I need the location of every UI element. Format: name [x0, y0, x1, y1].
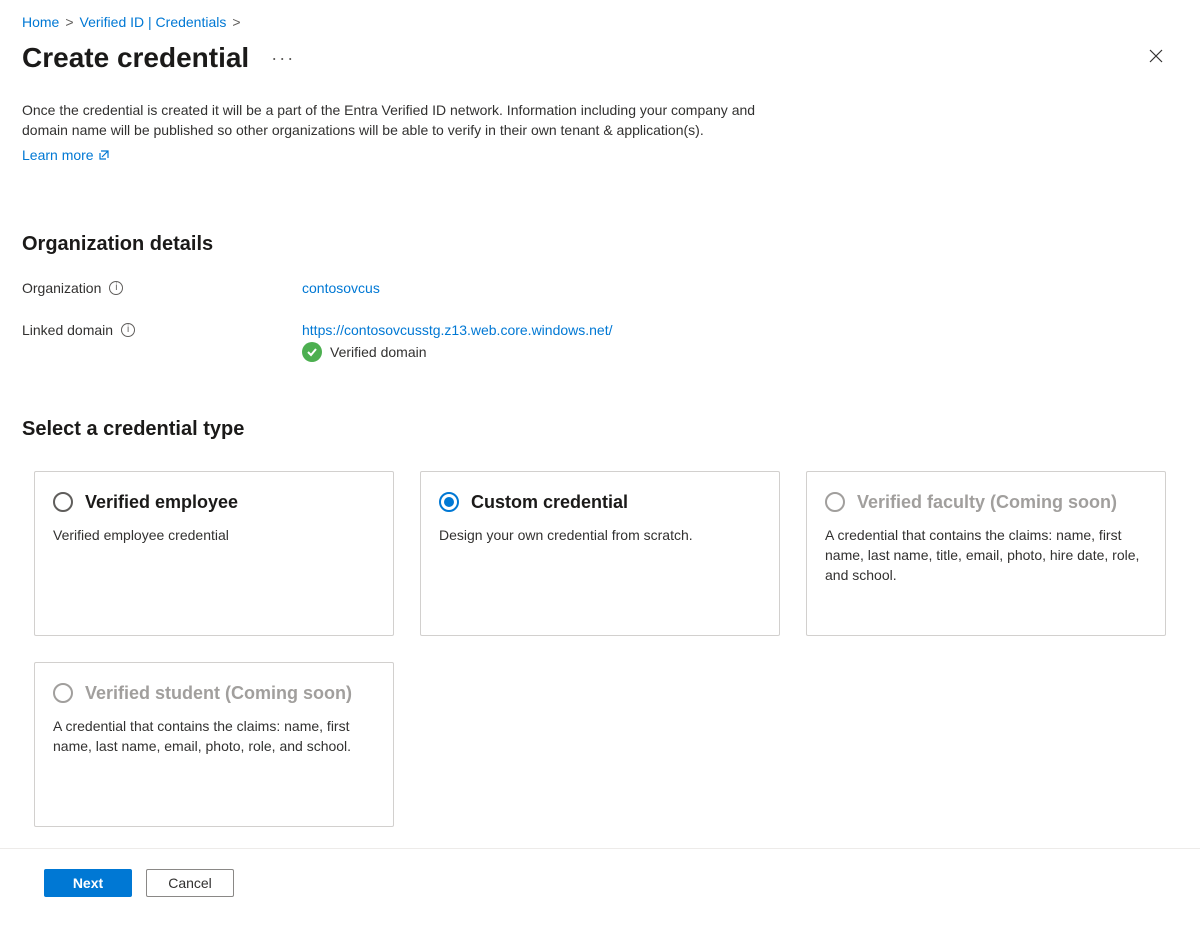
external-link-icon: [98, 149, 110, 161]
intro-text: Once the credential is created it will b…: [22, 100, 802, 141]
card-description: A credential that contains the claims: n…: [53, 716, 375, 757]
radio-button[interactable]: [53, 492, 73, 512]
info-icon[interactable]: i: [121, 323, 135, 337]
linked-domain-value-link[interactable]: https://contosovcusstg.z13.web.core.wind…: [302, 322, 613, 338]
breadcrumb-verified-id[interactable]: Verified ID | Credentials: [80, 14, 227, 30]
credential-type-card[interactable]: Custom credential Design your own credent…: [420, 471, 780, 636]
more-button[interactable]: ···: [267, 48, 299, 69]
credential-type-card[interactable]: Verified employee Verified employee crede…: [34, 471, 394, 636]
radio-inner: [444, 497, 454, 507]
cancel-button[interactable]: Cancel: [146, 869, 234, 897]
breadcrumb-separator: >: [65, 14, 73, 30]
radio-button: [53, 683, 73, 703]
card-title: Custom credential: [471, 492, 628, 513]
card-title: Verified employee: [85, 492, 238, 513]
next-button[interactable]: Next: [44, 869, 132, 897]
select-type-heading: Select a credential type: [22, 418, 1178, 441]
radio-button: [825, 492, 845, 512]
card-title: Verified faculty (Coming soon): [857, 492, 1117, 513]
breadcrumb: Home > Verified ID | Credentials >: [22, 10, 1178, 34]
checkmark-circle-icon: [302, 342, 322, 362]
info-icon[interactable]: i: [109, 281, 123, 295]
organization-label: Organization: [22, 280, 101, 296]
linked-domain-label: Linked domain: [22, 322, 113, 338]
card-description: Verified employee credential: [53, 525, 375, 545]
credential-type-card: Verified student (Coming soon) A credenti…: [34, 662, 394, 827]
breadcrumb-home[interactable]: Home: [22, 14, 59, 30]
page-title: Create credential: [22, 42, 249, 74]
learn-more-link[interactable]: Learn more: [22, 147, 110, 163]
credential-type-card: Verified faculty (Coming soon) A credenti…: [806, 471, 1166, 636]
radio-button[interactable]: [439, 492, 459, 512]
breadcrumb-separator: >: [232, 14, 240, 30]
footer-bar: Next Cancel: [0, 848, 1200, 917]
card-description: A credential that contains the claims: n…: [825, 525, 1147, 586]
organization-value-link[interactable]: contosovcus: [302, 280, 380, 296]
card-title: Verified student (Coming soon): [85, 683, 352, 704]
verified-domain-text: Verified domain: [330, 344, 427, 360]
org-details-heading: Organization details: [22, 233, 1178, 256]
learn-more-label: Learn more: [22, 147, 94, 163]
card-description: Design your own credential from scratch.: [439, 525, 761, 545]
